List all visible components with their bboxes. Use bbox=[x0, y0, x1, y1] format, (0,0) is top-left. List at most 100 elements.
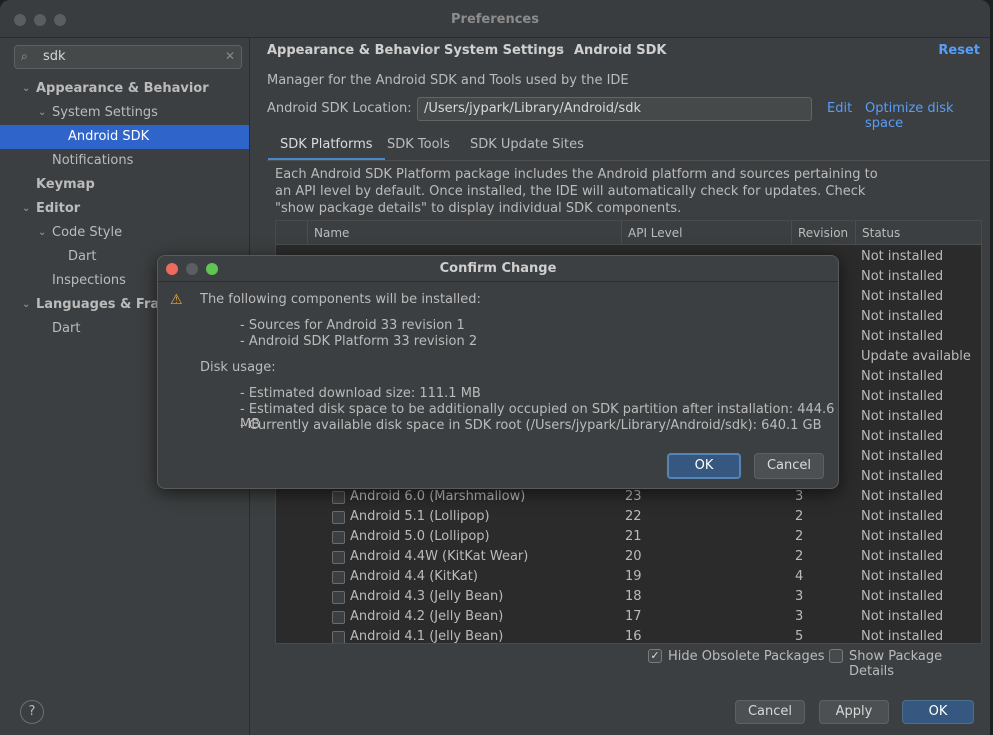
column-header-status[interactable]: Status bbox=[856, 221, 981, 245]
row-checkbox[interactable] bbox=[332, 491, 345, 504]
table-row[interactable]: Android 4.1 (Jelly Bean) 16 5 Not installed bbox=[276, 627, 981, 644]
breadcrumb-android-sdk: Android SDK bbox=[574, 43, 667, 58]
dialog-heading: The following components will be install… bbox=[200, 292, 481, 307]
cell-status: Not installed bbox=[861, 409, 944, 424]
cell-status: Not installed bbox=[861, 529, 944, 544]
chevron-down-icon[interactable]: ⌄ bbox=[22, 77, 30, 101]
sdk-location-label: Android SDK Location: bbox=[267, 101, 412, 116]
tree-item-label: System Settings bbox=[52, 105, 158, 120]
cell-api-level: 22 bbox=[625, 509, 642, 524]
dialog-ok-button[interactable]: OK bbox=[667, 453, 741, 479]
cell-status: Not installed bbox=[861, 449, 944, 464]
cell-api-level: 23 bbox=[625, 489, 642, 504]
dialog-title: Confirm Change bbox=[439, 261, 557, 276]
column-header-revision[interactable]: Revision bbox=[792, 221, 856, 245]
row-checkbox[interactable] bbox=[332, 551, 345, 564]
row-checkbox[interactable] bbox=[332, 531, 345, 544]
column-header-name[interactable]: Name bbox=[308, 221, 622, 245]
cell-status: Not installed bbox=[861, 569, 944, 584]
breadcrumb-separator: › bbox=[429, 43, 435, 58]
cell-revision: 5 bbox=[795, 629, 804, 644]
cell-status: Not installed bbox=[861, 589, 944, 604]
tree-item-label: Code Style bbox=[52, 225, 123, 240]
show-package-details-checkbox[interactable] bbox=[829, 649, 843, 663]
table-row[interactable]: Android 5.0 (Lollipop) 21 2 Not installed bbox=[276, 527, 981, 547]
sdk-location-field[interactable]: /Users/jypark/Library/Android/sdk bbox=[417, 97, 812, 121]
breadcrumb-appearance[interactable]: Appearance & Behavior bbox=[267, 43, 440, 58]
edit-link[interactable]: Edit bbox=[827, 101, 852, 116]
settings-search[interactable]: ⌕ sdk ✕ bbox=[14, 45, 242, 69]
row-checkbox[interactable] bbox=[332, 591, 345, 604]
tree-item-label: Android SDK bbox=[68, 129, 150, 144]
tree-item-appearance-behavior[interactable]: ⌄ Appearance & Behavior bbox=[0, 77, 249, 101]
cell-status: Not installed bbox=[861, 509, 944, 524]
reset-link[interactable]: Reset bbox=[938, 43, 980, 58]
dialog-cancel-button[interactable]: Cancel bbox=[754, 453, 824, 479]
cell-revision: 2 bbox=[795, 509, 804, 524]
tree-item-label: Appearance & Behavior bbox=[36, 81, 209, 96]
tree-item-label: Editor bbox=[36, 201, 81, 216]
row-checkbox[interactable] bbox=[332, 511, 345, 524]
column-header-api-level[interactable]: API Level bbox=[622, 221, 792, 245]
cell-name: Android 5.1 (Lollipop) bbox=[350, 509, 490, 524]
cell-revision: 4 bbox=[795, 569, 804, 584]
warning-icon: ⚠ bbox=[170, 292, 183, 308]
cancel-button[interactable]: Cancel bbox=[735, 700, 805, 724]
cell-api-level: 20 bbox=[625, 549, 642, 564]
chevron-down-icon[interactable]: ⌄ bbox=[38, 101, 46, 125]
tree-item-notifications[interactable]: Notifications bbox=[0, 149, 249, 173]
tree-item-keymap[interactable]: Keymap bbox=[0, 173, 249, 197]
cell-name: Android 5.0 (Lollipop) bbox=[350, 529, 490, 544]
cell-status: Not installed bbox=[861, 469, 944, 484]
cell-status: Not installed bbox=[861, 329, 944, 344]
ok-button[interactable]: OK bbox=[902, 700, 974, 724]
hide-obsolete-label[interactable]: Hide Obsolete Packages bbox=[668, 649, 824, 664]
column-header-checkbox bbox=[276, 221, 308, 245]
table-row[interactable]: Android 6.0 (Marshmallow) 23 3 Not installe… bbox=[276, 487, 981, 507]
cell-name: Android 4.1 (Jelly Bean) bbox=[350, 629, 504, 644]
table-row[interactable]: Android 4.4 (KitKat) 19 4 Not installed bbox=[276, 567, 981, 587]
tree-item-editor[interactable]: ⌄ Editor bbox=[0, 197, 249, 221]
cell-api-level: 18 bbox=[625, 589, 642, 604]
cell-status: Not installed bbox=[861, 489, 944, 504]
cell-revision: 2 bbox=[795, 529, 804, 544]
cell-revision: 2 bbox=[795, 549, 804, 564]
cell-status: Not installed bbox=[861, 249, 944, 264]
show-package-details-label[interactable]: Show Package Details bbox=[849, 649, 990, 679]
apply-button[interactable]: Apply bbox=[819, 700, 889, 724]
disk-usage-item: - Currently available disk space in SDK … bbox=[240, 418, 822, 433]
disk-usage-item: - Estimated download size: 111.1 MB bbox=[240, 386, 481, 401]
component-item: - Android SDK Platform 33 revision 2 bbox=[240, 334, 478, 349]
tree-item-label: Dart bbox=[68, 249, 97, 264]
row-checkbox[interactable] bbox=[332, 611, 345, 624]
optimize-disk-space-link[interactable]: Optimize disk space bbox=[865, 101, 990, 131]
clear-search-icon[interactable]: ✕ bbox=[225, 49, 235, 63]
hide-obsolete-checkbox[interactable]: ✓ bbox=[648, 649, 662, 663]
window-title: Preferences bbox=[451, 12, 539, 27]
chevron-down-icon[interactable]: ⌄ bbox=[22, 293, 30, 317]
tab-sdk-update-sites[interactable]: SDK Update Sites bbox=[458, 135, 596, 161]
cell-name: Android 4.4 (KitKat) bbox=[350, 569, 478, 584]
table-row[interactable]: Android 4.4W (KitKat Wear) 20 2 Not install… bbox=[276, 547, 981, 567]
row-checkbox[interactable] bbox=[332, 571, 345, 584]
table-row[interactable]: Android 5.1 (Lollipop) 22 2 Not installed bbox=[276, 507, 981, 527]
chevron-down-icon[interactable]: ⌄ bbox=[38, 221, 46, 245]
cell-status: Not installed bbox=[861, 609, 944, 624]
tab-sdk-tools[interactable]: SDK Tools bbox=[375, 135, 462, 161]
tree-item-label: Inspections bbox=[52, 273, 126, 288]
tab-sdk-platforms[interactable]: SDK Platforms bbox=[268, 135, 385, 161]
cell-revision: 3 bbox=[795, 609, 804, 624]
tree-item-system-settings[interactable]: ⌄ System Settings bbox=[0, 101, 249, 125]
row-checkbox[interactable] bbox=[332, 631, 345, 643]
tree-item-android-sdk[interactable]: Android SDK bbox=[0, 125, 249, 149]
table-row[interactable]: Android 4.3 (Jelly Bean) 18 3 Not installed bbox=[276, 587, 981, 607]
cell-revision: 3 bbox=[795, 489, 804, 504]
cell-name: Android 4.2 (Jelly Bean) bbox=[350, 609, 504, 624]
search-input[interactable]: sdk bbox=[43, 49, 66, 64]
breadcrumb-system-settings[interactable]: System Settings bbox=[444, 43, 564, 58]
table-row[interactable]: Android 4.2 (Jelly Bean) 17 3 Not installed bbox=[276, 607, 981, 627]
chevron-down-icon[interactable]: ⌄ bbox=[22, 197, 30, 221]
help-button[interactable]: ? bbox=[20, 700, 44, 724]
tree-item-code-style[interactable]: ⌄ Code Style bbox=[0, 221, 249, 245]
confirm-change-dialog: Confirm Change ⚠ The following component… bbox=[157, 255, 839, 489]
